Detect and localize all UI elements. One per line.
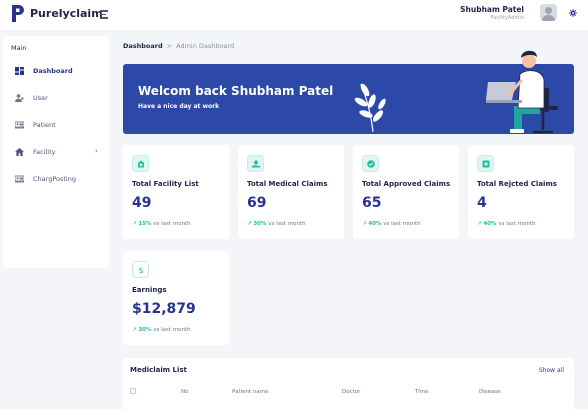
stat-title: Total Rejcted Claims <box>477 180 557 188</box>
charge-posting-icon <box>15 175 24 183</box>
breadcrumb-dashboard-link[interactable]: Dashboard <box>123 42 163 50</box>
stat-delta-value: 30% <box>253 221 267 227</box>
stat-value: 49 <box>132 195 152 211</box>
stat-delta-text: vs last month <box>153 221 191 227</box>
sidebar-item-label: Patient <box>33 121 56 129</box>
sidebar-item-patient[interactable]: Patient <box>3 118 109 132</box>
trend-up-icon: ↗ <box>477 221 482 227</box>
trend-up-icon: ↗ <box>247 221 252 227</box>
column-header-disease: Disease <box>479 389 501 395</box>
stat-value: 4 <box>477 195 487 211</box>
check-circle-icon <box>362 155 379 172</box>
sidebar-item-facility[interactable]: Facility › <box>3 145 109 159</box>
stat-card-medical-claims[interactable]: Total Medical Claims 69 ↗ 30% vs last mo… <box>238 145 344 239</box>
breadcrumb-current: Admin Dashboard <box>176 42 235 50</box>
stat-value: 65 <box>362 195 382 211</box>
stat-card-approved-claims[interactable]: Total Approved Claims 65 ↗ 40% vs last m… <box>353 145 459 239</box>
welcome-banner: Welcom back Shubham Patel Have a nice da… <box>123 50 574 134</box>
banner-title: Welcom back Shubham Patel <box>138 84 334 98</box>
dollar-icon: $ <box>132 261 149 278</box>
menu-toggle-icon[interactable] <box>100 10 108 19</box>
column-header-no: No <box>181 389 189 395</box>
hospital-icon <box>132 155 149 172</box>
stat-delta-text: vs last month <box>153 327 191 333</box>
top-bar: Purelyclaim Shubham Patel FacilityAdmin <box>0 0 588 30</box>
patient-icon <box>15 121 24 129</box>
chevron-right-icon[interactable]: › <box>95 147 98 155</box>
trend-up-icon: ↗ <box>132 327 137 333</box>
stat-card-rejected-claims[interactable]: Total Rejcted Claims 4 ↗ 40% vs last mon… <box>468 145 574 239</box>
stat-delta-text: vs last month <box>383 221 421 227</box>
settings-icon[interactable] <box>569 9 577 17</box>
avatar[interactable] <box>540 4 557 21</box>
sidebar-section-title: Main <box>11 44 27 52</box>
select-all-checkbox[interactable] <box>130 388 136 394</box>
leaves-illustration-icon <box>354 83 386 132</box>
app-logo-icon <box>12 5 24 22</box>
column-header-patient-name: Patient name <box>232 389 269 395</box>
stat-delta: ↗ 40% vs last month <box>477 221 536 227</box>
stat-card-facility[interactable]: Total Facility List 49 ↗ 15% vs last mon… <box>123 145 229 239</box>
stat-delta-value: 30% <box>138 327 152 333</box>
svg-text:$: $ <box>138 266 143 274</box>
sidebar-item-user[interactable]: User <box>3 91 109 105</box>
stat-delta: ↗ 30% vs last month <box>132 327 191 333</box>
stat-delta-text: vs last month <box>498 221 536 227</box>
app-name: Purelyclaim <box>30 7 103 20</box>
stat-delta-value: 40% <box>483 221 497 227</box>
mediclaim-list-title: Mediclaim List <box>130 366 187 374</box>
user-icon <box>15 94 24 102</box>
stat-delta: ↗ 30% vs last month <box>247 221 306 227</box>
medical-hand-icon <box>247 155 264 172</box>
stat-value: 69 <box>247 195 267 211</box>
banner-subtitle: Have a nice day at work <box>138 103 220 110</box>
trend-up-icon: ↗ <box>132 221 137 227</box>
column-header-time: Time <box>415 389 429 395</box>
stat-delta: ↗ 15% vs last month <box>132 221 191 227</box>
sidebar: Main Dashboard User Patient Facility › C… <box>3 36 109 268</box>
stat-delta-value: 15% <box>138 221 152 227</box>
user-role: FacilityAdmin <box>490 15 524 21</box>
sidebar-item-chargposting[interactable]: ChargPosting <box>3 172 109 186</box>
stat-title: Earnings <box>132 286 167 294</box>
user-name: Shubham Patel <box>460 5 524 14</box>
person-laptop-illustration-icon <box>486 50 558 134</box>
trend-up-icon: ↗ <box>362 221 367 227</box>
breadcrumb: Dashboard > Admin Dashboard <box>123 42 234 50</box>
stat-delta-text: vs last month <box>268 221 306 227</box>
stat-card-earnings[interactable]: $ Earnings $12,879 ↗ 30% vs last month <box>123 251 229 345</box>
breadcrumb-separator: > <box>166 42 173 50</box>
rejected-box-icon <box>477 155 494 172</box>
stat-delta-value: 40% <box>368 221 382 227</box>
mediclaim-list: Mediclaim List Show all No Patient name … <box>123 358 574 409</box>
stat-title: Total Facility List <box>132 180 199 188</box>
sidebar-item-label: Facility <box>33 148 56 156</box>
column-header-doctor: Doctor <box>342 389 361 395</box>
sidebar-item-dashboard[interactable]: Dashboard <box>3 64 109 78</box>
stat-delta: ↗ 40% vs last month <box>362 221 421 227</box>
sidebar-item-label: User <box>33 94 48 102</box>
stat-title: Total Approved Claims <box>362 180 451 188</box>
sidebar-item-label: Dashboard <box>33 67 73 75</box>
sidebar-item-label: ChargPosting <box>33 175 76 183</box>
home-icon <box>15 148 24 156</box>
dashboard-icon <box>15 67 24 75</box>
stat-title: Total Medical Claims <box>247 180 328 188</box>
show-all-link[interactable]: Show all <box>539 367 564 374</box>
stat-value: $12,879 <box>132 301 196 317</box>
